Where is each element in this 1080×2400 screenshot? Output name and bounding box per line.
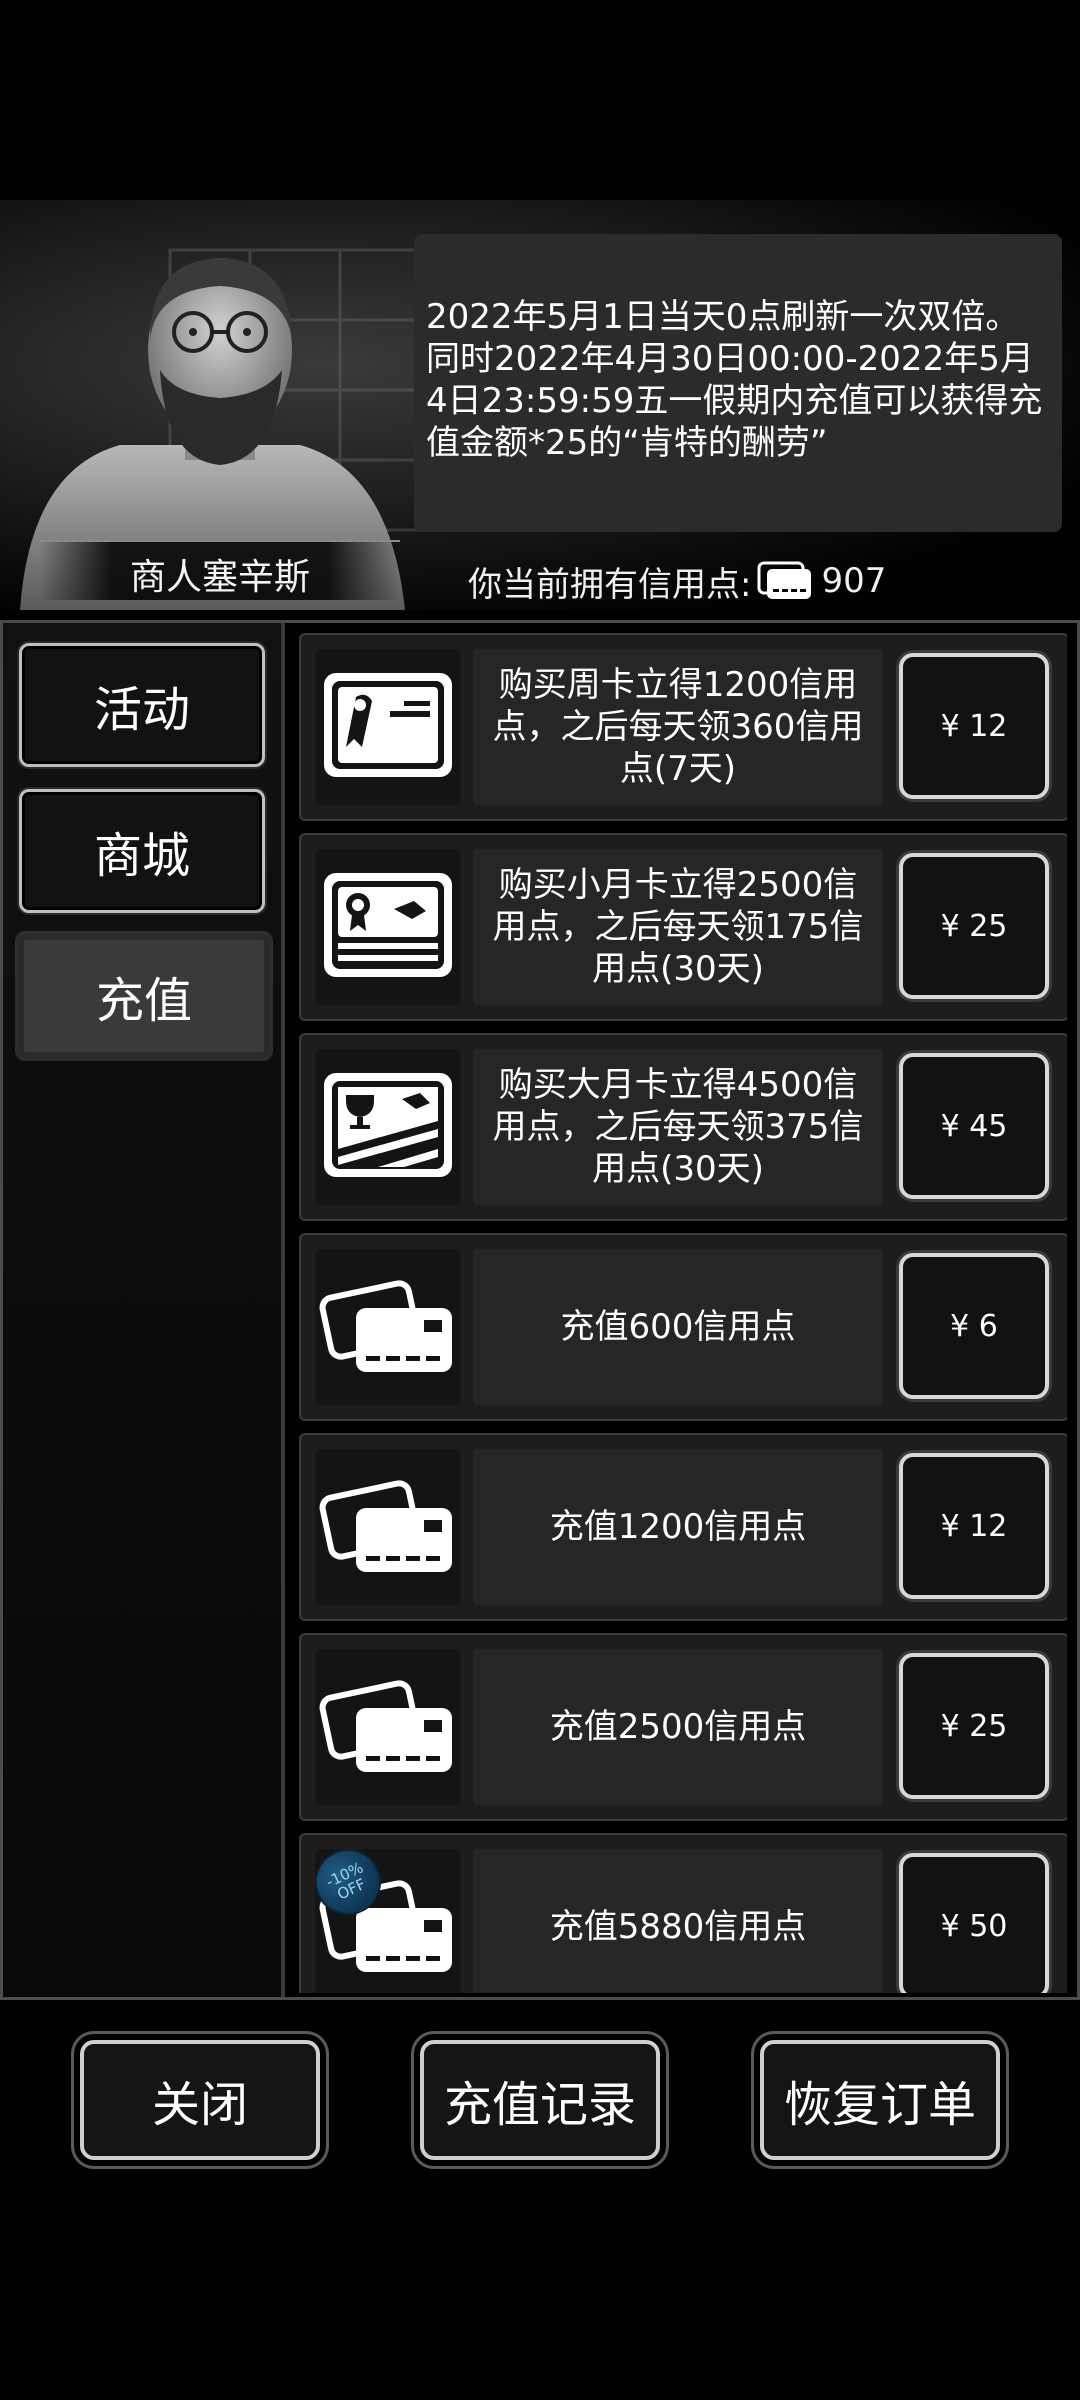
recharge-history-button[interactable]: 充值记录 xyxy=(420,2040,660,2160)
buy-weekly-card-button[interactable]: ¥ 12 xyxy=(899,653,1049,799)
large-monthly-card-icon xyxy=(324,1073,452,1177)
credits-balance: 你当前拥有信用点: 907 xyxy=(468,556,886,606)
sidebar: 活动 商城 充值 xyxy=(3,623,285,1997)
small-monthly-card-icon xyxy=(324,873,452,977)
buy-1200-credits-button[interactable]: ¥ 12 xyxy=(899,1453,1049,1599)
item-description: 充值2500信用点 xyxy=(473,1649,883,1805)
credit-cards-icon xyxy=(319,1680,452,1772)
merchant-name: 商人塞辛斯 xyxy=(129,557,310,598)
item-description: 充值600信用点 xyxy=(473,1249,883,1405)
recharge-list[interactable]: 购买周卡立得1200信用点，之后每天领360信用点(7天) ¥ 12 购买小月卡… xyxy=(295,633,1067,1993)
item-description: 购买小月卡立得2500信用点，之后每天领175信用点(30天) xyxy=(473,849,883,1005)
item-description: 充值5880信用点 xyxy=(473,1849,883,1993)
list-item: 充值2500信用点 ¥ 25 xyxy=(299,1633,1067,1821)
tab-store[interactable]: 商城 xyxy=(19,789,265,913)
list-item: 购买大月卡立得4500信用点，之后每天领375信用点(30天) ¥ 45 xyxy=(299,1033,1067,1221)
announcement-bubble: 2022年5月1日当天0点刷新一次双倍。同时2022年4月30日00:00-20… xyxy=(414,234,1062,532)
list-item: 充值1200信用点 ¥ 12 xyxy=(299,1433,1067,1621)
buy-600-credits-button[interactable]: ¥ 6 xyxy=(899,1253,1049,1399)
weekly-card-icon xyxy=(324,673,452,777)
list-item: 购买小月卡立得2500信用点，之后每天领175信用点(30天) ¥ 25 xyxy=(299,833,1067,1021)
list-item: 充值600信用点 ¥ 6 xyxy=(299,1233,1067,1421)
credits-label: 你当前拥有信用点: xyxy=(468,564,752,605)
item-description: 购买大月卡立得4500信用点，之后每天领375信用点(30天) xyxy=(473,1049,883,1205)
merchant-header: 商人塞辛斯 2022年5月1日当天0点刷新一次双倍。同时2022年4月30日00… xyxy=(0,200,1080,610)
credit-cards-icon xyxy=(319,1280,452,1372)
credits-value: 907 xyxy=(821,561,887,601)
credit-card-icon xyxy=(757,561,812,599)
credit-cards-icon xyxy=(319,1480,452,1572)
list-item: 购买周卡立得1200信用点，之后每天领360信用点(7天) ¥ 12 xyxy=(299,633,1067,821)
list-item: -10% OFF 充值5880信用点 ¥ 50 xyxy=(299,1833,1067,1993)
shop-panel: 活动 商城 充值 购买周卡立得1200信用点，之后每天领360信用点(7天) ¥… xyxy=(0,620,1080,2000)
tab-activity[interactable]: 活动 xyxy=(19,643,265,767)
close-button[interactable]: 关闭 xyxy=(80,2040,320,2160)
buy-2500-credits-button[interactable]: ¥ 25 xyxy=(899,1653,1049,1799)
item-description: 充值1200信用点 xyxy=(473,1449,883,1605)
buy-small-monthly-card-button[interactable]: ¥ 25 xyxy=(899,853,1049,999)
item-description: 购买周卡立得1200信用点，之后每天领360信用点(7天) xyxy=(473,649,883,805)
restore-order-button[interactable]: 恢复订单 xyxy=(760,2040,1000,2160)
tab-recharge[interactable]: 充值 xyxy=(15,931,273,1061)
buy-large-monthly-card-button[interactable]: ¥ 45 xyxy=(899,1053,1049,1199)
buy-5880-credits-button[interactable]: ¥ 50 xyxy=(899,1853,1049,1993)
